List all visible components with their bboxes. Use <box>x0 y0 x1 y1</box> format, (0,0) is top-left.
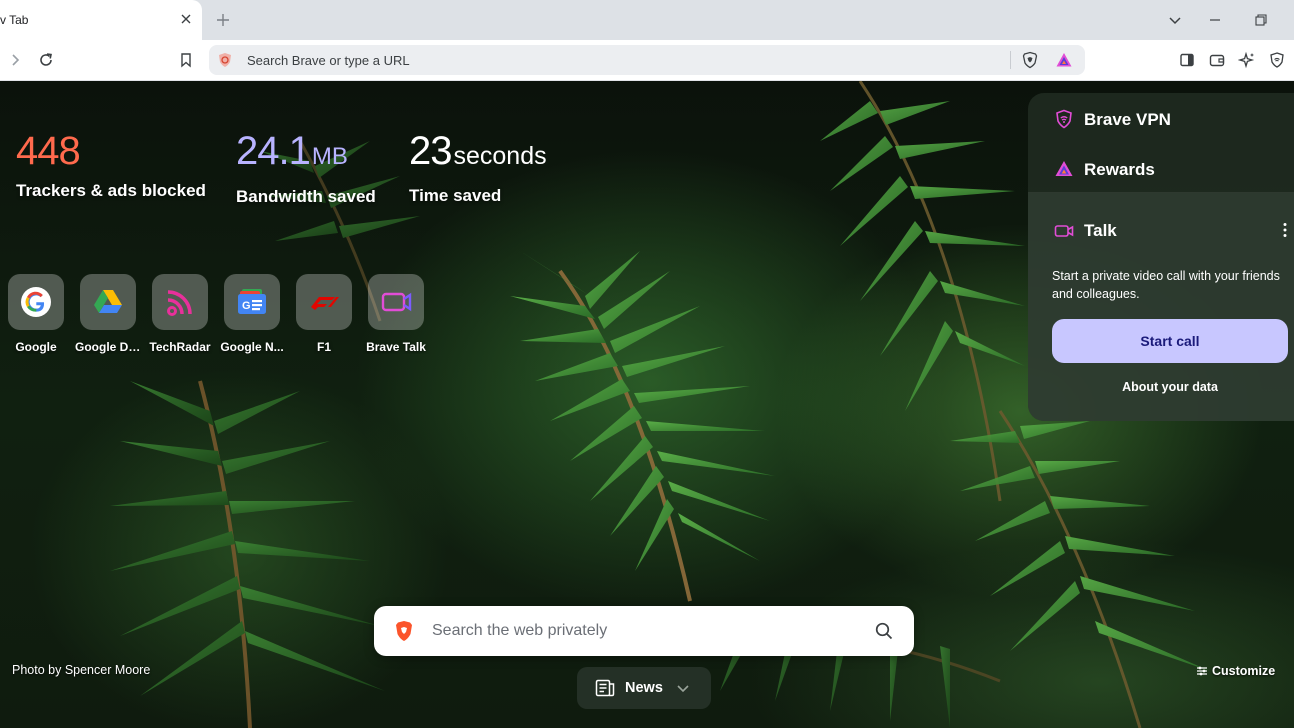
rewards-icon[interactable] <box>1055 51 1073 69</box>
stat-trackers-label: Trackers & ads blocked <box>16 181 206 200</box>
chevron-down-icon <box>677 685 689 693</box>
techradar-icon <box>167 290 192 316</box>
top-site-label: Google Dr... <box>75 340 141 354</box>
bookmark-icon[interactable] <box>177 51 195 69</box>
top-site-google-drive[interactable]: Google Dr... <box>75 274 141 354</box>
top-site-label: Google <box>15 340 57 354</box>
top-site-techradar[interactable]: TechRadar <box>147 274 213 354</box>
brave-logo-icon <box>396 621 412 641</box>
google-news-icon: G <box>238 289 266 314</box>
reload-icon[interactable] <box>37 51 55 69</box>
widget-talk-description: Start a private video call with your fri… <box>1052 269 1280 301</box>
top-site-tile[interactable]: G <box>224 274 280 330</box>
top-site-tile[interactable] <box>368 274 424 330</box>
newspaper-icon <box>595 679 615 697</box>
chevron-down-icon[interactable] <box>1166 11 1184 29</box>
customize-label: Customize <box>1212 664 1276 678</box>
vpn-shield-icon[interactable] <box>1268 51 1286 69</box>
address-bar[interactable]: Search Brave or type a URL <box>209 45 1085 75</box>
restore-icon[interactable] <box>1252 11 1270 29</box>
web-search-box[interactable]: Search the web privately <box>374 606 914 656</box>
widget-rewards-label: Rewards <box>1084 160 1155 179</box>
toolbar: Search Brave or type a URL <box>0 40 1294 81</box>
news-button[interactable]: News <box>577 667 711 709</box>
address-bar-placeholder: Search Brave or type a URL <box>247 53 410 68</box>
brave-talk-icon <box>381 292 412 312</box>
top-site-google[interactable]: Google <box>3 274 69 354</box>
sidebar-icon[interactable] <box>1178 51 1196 69</box>
photo-credit[interactable]: Photo by Spencer Moore <box>12 663 150 677</box>
close-icon[interactable] <box>178 11 194 27</box>
widget-panel: Brave VPN Rewards Talk Start a private v… <box>1028 93 1294 421</box>
search-icon[interactable] <box>874 621 894 641</box>
customize-button[interactable]: Customize <box>1196 664 1275 678</box>
tab-strip: v Tab <box>0 0 1294 40</box>
stat-time-value: 23 <box>409 129 452 173</box>
stat-trackers-value: 448 <box>16 129 81 173</box>
leo-ai-icon[interactable] <box>1238 51 1256 69</box>
google-icon <box>21 287 51 317</box>
about-your-data-link[interactable]: About your data <box>1052 380 1288 394</box>
stat-time: 23seconds Time saved <box>409 131 547 206</box>
minimize-icon[interactable] <box>1206 11 1224 29</box>
top-site-label: TechRadar <box>149 340 211 354</box>
stat-bandwidth-unit: MB <box>311 143 348 170</box>
wallet-icon[interactable] <box>1208 51 1226 69</box>
top-site-label: F1 <box>316 340 331 354</box>
stat-time-unit: seconds <box>453 142 547 170</box>
stat-time-label: Time saved <box>409 186 502 205</box>
top-site-google-news[interactable]: G Google N... <box>219 274 285 354</box>
f1-icon <box>311 297 339 310</box>
widget-talk-title: Talk <box>1084 221 1117 240</box>
more-options-icon[interactable] <box>1278 221 1292 239</box>
divider <box>1010 51 1011 69</box>
brave-search-icon <box>219 53 231 67</box>
vpn-shield-icon <box>1056 109 1072 129</box>
top-site-tile[interactable] <box>80 274 136 330</box>
top-site-tile[interactable] <box>152 274 208 330</box>
tab-new-tab[interactable]: v Tab <box>0 0 202 40</box>
top-site-label: Brave Talk <box>366 340 426 354</box>
google-drive-icon <box>94 290 122 313</box>
video-camera-icon <box>1054 225 1074 237</box>
forward-icon[interactable] <box>6 51 24 69</box>
top-site-label: Google N... <box>220 340 284 354</box>
news-label: News <box>625 680 663 696</box>
top-site-tile[interactable] <box>296 274 352 330</box>
widget-rewards[interactable]: Rewards <box>1028 143 1294 193</box>
stat-bandwidth-value: 24.1 <box>236 129 311 173</box>
svg-text:G: G <box>242 300 251 312</box>
top-site-f1[interactable]: F1 <box>291 274 357 354</box>
widget-talk: Talk Start a private video call with you… <box>1028 193 1294 421</box>
brave-shields-icon[interactable] <box>1021 51 1039 69</box>
stat-bandwidth: 24.1MB Bandwidth saved <box>236 131 376 207</box>
stat-bandwidth-label: Bandwidth saved <box>236 187 376 206</box>
new-tab-page: 448 Trackers & ads blocked 24.1MB Bandwi… <box>0 81 1294 728</box>
tab-title: v Tab <box>0 13 29 27</box>
start-call-button[interactable]: Start call <box>1052 319 1288 363</box>
top-site-brave-talk[interactable]: Brave Talk <box>363 274 429 354</box>
search-placeholder: Search the web privately <box>432 622 608 639</box>
sliders-icon <box>1197 666 1207 676</box>
top-site-tile[interactable] <box>8 274 64 330</box>
widget-vpn-label: Brave VPN <box>1084 110 1171 129</box>
widget-brave-vpn[interactable]: Brave VPN <box>1028 93 1294 143</box>
rewards-icon <box>1055 161 1073 176</box>
plus-icon[interactable] <box>214 11 232 29</box>
stat-trackers: 448 Trackers & ads blocked <box>16 131 206 201</box>
